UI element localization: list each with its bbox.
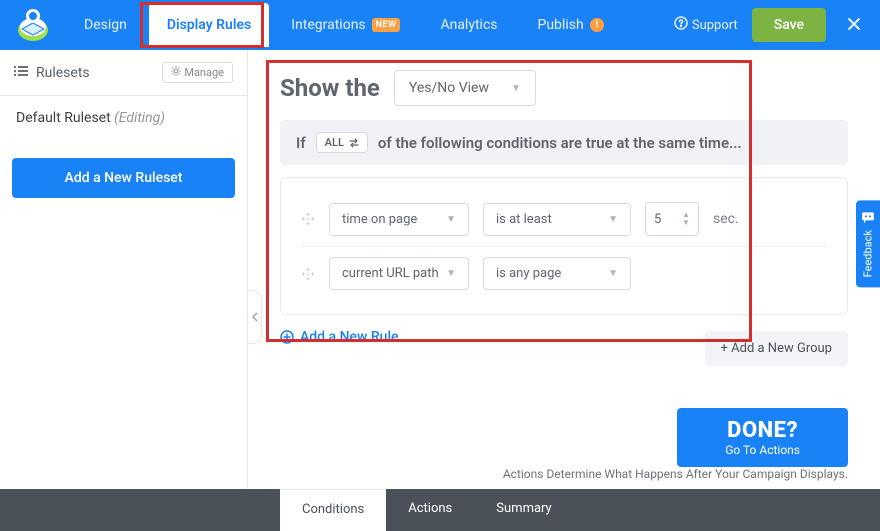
rule-value: 5: [654, 212, 661, 227]
rule-field-select[interactable]: current URL path ▼: [329, 257, 469, 290]
chevron-down-icon: ▼: [446, 268, 456, 279]
alert-badge: !: [590, 18, 604, 32]
topbar: Design Display Rules Integrations NEW An…: [0, 0, 880, 50]
nav-analytics[interactable]: Analytics: [422, 3, 515, 47]
swap-icon: [349, 138, 359, 148]
show-the-label: Show the: [280, 74, 380, 102]
drag-handle[interactable]: [301, 212, 315, 226]
feedback-tab[interactable]: Feedback: [856, 200, 880, 287]
chat-icon: [861, 210, 875, 224]
sidebar-title: Rulesets: [14, 65, 90, 81]
view-select[interactable]: Yes/No View ▼: [394, 70, 536, 106]
chevron-down-icon: ▼: [608, 268, 618, 279]
tab-conditions[interactable]: Conditions: [280, 489, 386, 531]
add-rule-link[interactable]: Add a New Rule: [280, 329, 399, 345]
app-logo[interactable]: [12, 4, 54, 46]
main-nav: Design Display Rules Integrations NEW An…: [66, 3, 674, 47]
close-button[interactable]: [840, 13, 868, 37]
done-title: DONE?: [725, 418, 800, 443]
plus-circle-icon: [280, 330, 294, 344]
add-group-button[interactable]: + Add a New Group: [705, 331, 848, 366]
rule-operator-value: is any page: [496, 266, 561, 281]
tab-summary[interactable]: Summary: [474, 489, 573, 531]
nav-display-rules[interactable]: Display Rules: [149, 3, 269, 47]
nav-design[interactable]: Design: [66, 3, 145, 47]
rule-operator-value: is at least: [496, 212, 552, 227]
support-label: Support: [692, 18, 738, 33]
new-badge: NEW: [372, 18, 401, 32]
rule-operator-select[interactable]: is any page ▼: [483, 257, 631, 290]
bottom-spacer: [0, 489, 280, 531]
support-link[interactable]: Support: [674, 16, 738, 34]
conditions-suffix: of the following conditions are true at …: [378, 134, 742, 152]
chevron-down-icon: ▼: [446, 214, 456, 225]
rules-group: time on page ▼ is at least ▼ 5 ▲▼ sec.: [280, 177, 848, 315]
rule-field-value: time on page: [342, 212, 417, 227]
view-select-value: Yes/No View: [409, 80, 489, 96]
chevron-down-icon: ▼: [608, 214, 618, 225]
move-icon: [301, 267, 315, 281]
collapse-sidebar-handle[interactable]: [248, 290, 262, 344]
done-button[interactable]: DONE? Go To Actions: [677, 408, 848, 467]
close-icon: [846, 16, 862, 32]
nav-integrations-label: Integrations: [291, 17, 365, 33]
feedback-label: Feedback: [862, 230, 875, 277]
match-mode-toggle[interactable]: ALL: [316, 132, 368, 153]
rule-field-select[interactable]: time on page ▼: [329, 203, 469, 236]
nav-publish-label: Publish: [538, 17, 584, 33]
chevron-down-icon: ▼: [511, 83, 521, 94]
match-mode-value: ALL: [325, 136, 344, 149]
content: Show the Yes/No View ▼ If ALL of the fol…: [248, 50, 880, 531]
main-area: Rulesets Manage Default Ruleset (Editing…: [0, 50, 880, 531]
help-icon: [674, 16, 688, 34]
sidebar-header: Rulesets Manage: [0, 50, 247, 96]
conditions-header: If ALL of the following conditions are t…: [280, 120, 848, 165]
gear-icon: [171, 66, 181, 79]
rule-value-input[interactable]: 5 ▲▼: [645, 202, 699, 236]
save-button[interactable]: Save: [752, 8, 826, 42]
drag-handle[interactable]: [301, 267, 315, 281]
topbar-actions: Support Save: [674, 8, 868, 42]
done-subtitle: Go To Actions: [725, 443, 800, 457]
add-ruleset-button[interactable]: Add a New Ruleset: [12, 158, 235, 198]
rule-field-value: current URL path: [342, 266, 439, 281]
number-stepper[interactable]: ▲▼: [682, 211, 690, 227]
nav-publish[interactable]: Publish !: [520, 3, 622, 47]
tab-actions[interactable]: Actions: [386, 489, 474, 531]
chevron-left-icon: [252, 312, 258, 322]
manage-button[interactable]: Manage: [162, 62, 233, 83]
if-label: If: [296, 134, 306, 152]
ruleset-name: Default Ruleset: [16, 110, 111, 126]
rule-operator-select[interactable]: is at least ▼: [483, 203, 631, 236]
sidebar: Rulesets Manage Default Ruleset (Editing…: [0, 50, 248, 531]
nav-integrations[interactable]: Integrations NEW: [273, 3, 418, 47]
rule-row: time on page ▼ is at least ▼ 5 ▲▼ sec.: [301, 192, 827, 246]
rule-row: current URL path ▼ is any page ▼: [301, 246, 827, 300]
ruleset-row[interactable]: Default Ruleset (Editing): [0, 96, 247, 140]
bottom-fill: [574, 489, 880, 531]
move-icon: [301, 212, 315, 226]
editing-tag: (Editing): [114, 110, 165, 126]
rule-unit: sec.: [713, 211, 739, 227]
logo-icon: [14, 6, 52, 44]
add-rule-label: Add a New Rule: [300, 329, 399, 345]
rulesets-icon: [14, 65, 28, 81]
sidebar-title-text: Rulesets: [36, 65, 90, 81]
view-selector-row: Show the Yes/No View ▼: [280, 70, 848, 106]
manage-label: Manage: [184, 66, 224, 79]
bottom-tabs: Conditions Actions Summary: [0, 489, 880, 531]
